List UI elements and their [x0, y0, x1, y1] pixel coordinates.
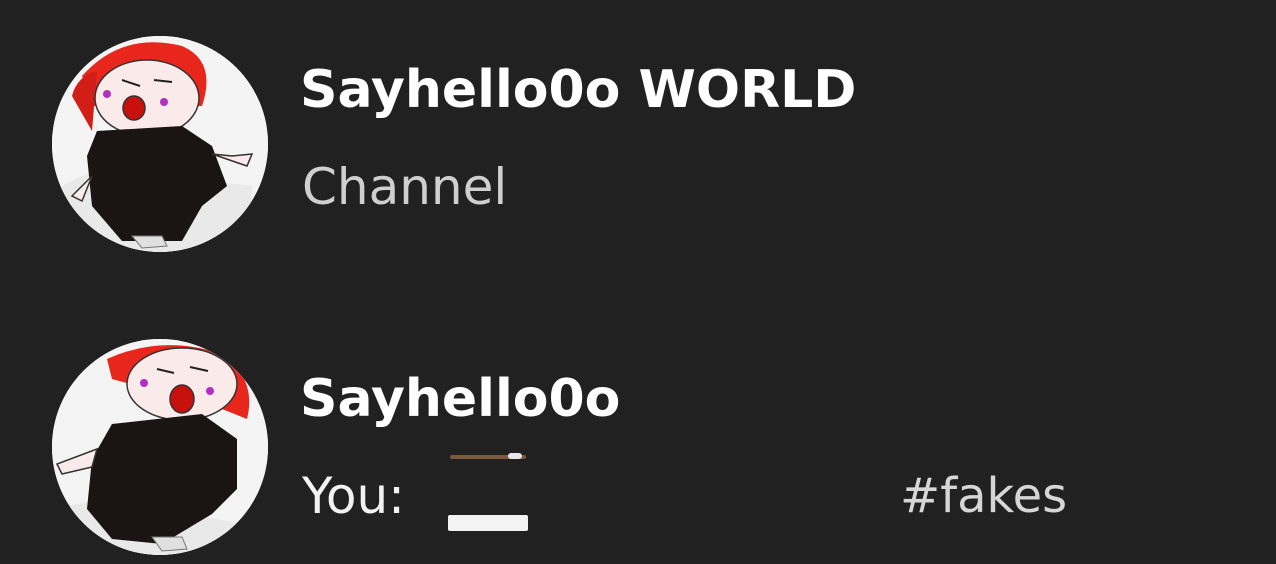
channel-title[interactable]: Sayhello0o WORLD — [300, 60, 856, 120]
result-type-label: Channel — [302, 158, 508, 216]
message-attachment-preview-icon — [448, 453, 528, 533]
search-result-channel[interactable]: Sayhello0o WORLD Channel — [0, 30, 1276, 260]
search-result-chat[interactable]: Sayhello0o You: #fakes — [0, 333, 1276, 563]
chat-avatar[interactable] — [52, 339, 268, 555]
message-sender-label: You: — [302, 467, 406, 525]
chat-title[interactable]: Sayhello0o — [300, 369, 620, 429]
channel-avatar[interactable] — [52, 36, 268, 252]
cartoon-girl-avatar-icon — [52, 339, 268, 555]
cartoon-girl-avatar-icon — [52, 36, 268, 252]
message-hashtag[interactable]: #fakes — [900, 467, 1067, 525]
